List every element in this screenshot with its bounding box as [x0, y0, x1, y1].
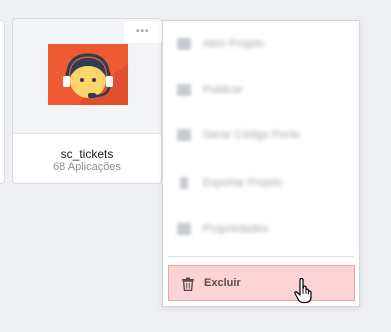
menu-item-publish[interactable]: Publicar: [163, 76, 359, 106]
more-dots-icon: •••: [136, 26, 150, 37]
menu-item-delete[interactable]: Excluir: [168, 265, 355, 301]
menu-item-open-project[interactable]: Abrir Projeto: [163, 30, 359, 60]
export-icon: [180, 177, 188, 189]
delete-label: Excluir: [204, 277, 241, 289]
settings-icon: [177, 223, 191, 235]
project-app-count: 68 Aplicações: [53, 161, 121, 173]
menu-item-properties[interactable]: Propriedades: [163, 215, 359, 245]
menu-item-generate-source[interactable]: Gerar Código Fonte: [163, 121, 359, 151]
code-icon: [177, 129, 191, 141]
folder-icon: [177, 38, 191, 50]
hand-pointer-cursor-icon: [294, 278, 312, 304]
context-menu: Abrir Projeto Publicar Gerar Código Font…: [162, 20, 360, 307]
project-title: sc_tickets: [60, 147, 114, 161]
menu-item-export-project[interactable]: Exportar Projeto: [163, 169, 359, 199]
more-options-button[interactable]: •••: [124, 21, 162, 43]
previous-card-edge: [0, 20, 5, 184]
trash-icon: [182, 277, 194, 291]
support-agent-icon: [48, 44, 128, 105]
upload-icon: [177, 84, 191, 96]
menu-divider: [168, 256, 354, 257]
